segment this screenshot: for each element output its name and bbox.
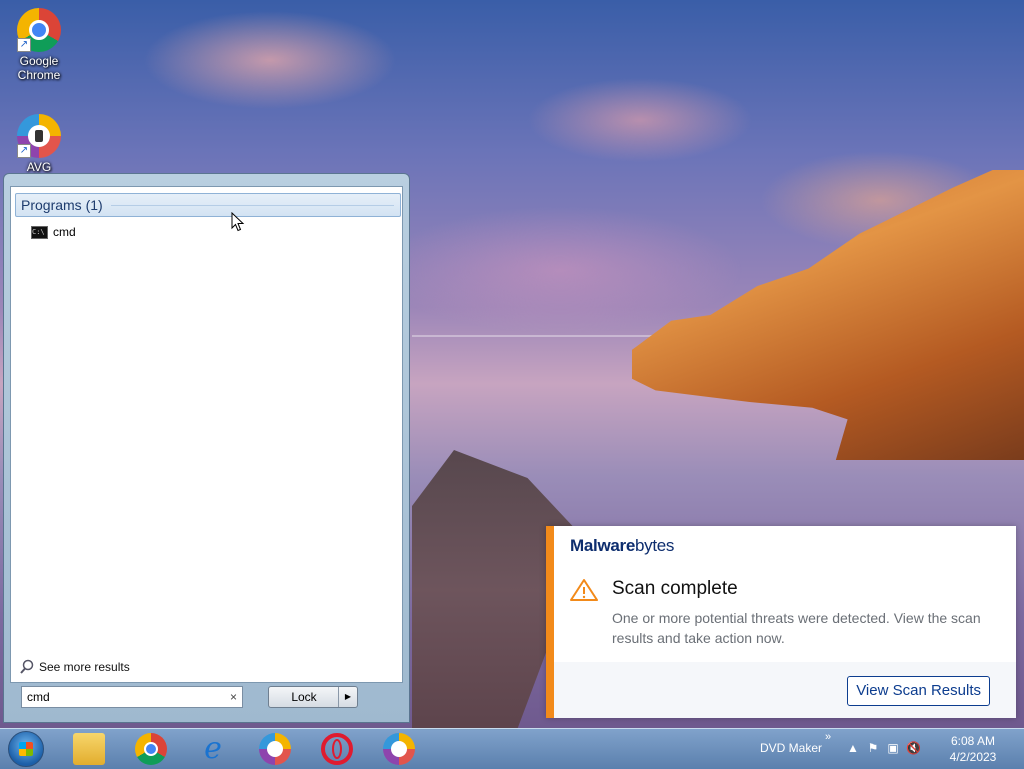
see-more-results-link[interactable]: See more results [19,659,130,675]
malwarebytes-logo: Malwarebytes [570,536,674,556]
clock-time: 6:08 AM [950,734,996,748]
power-options-arrow-icon[interactable]: ▶ [338,687,357,707]
notification-message: One or more potential threats were detec… [612,610,981,646]
avg-secure-browser-icon[interactable] [383,733,415,765]
internet-explorer-icon[interactable]: e [197,733,229,765]
cmd-icon: C:\ [31,225,48,239]
windows-logo-icon [19,742,33,756]
dvd-maker-toolbar[interactable]: DVD Maker [760,741,822,755]
malwarebytes-notification: Malwarebytes Scan complete One or more p… [546,526,1016,718]
notification-footer: View Scan Results [554,662,1016,718]
brand-bold: Malware [570,536,635,555]
search-result-label: cmd [53,225,76,239]
desktop-icon-chrome[interactable]: ↗ Google Chrome [8,8,70,82]
clock-date: 4/2/2023 [949,750,997,764]
avg-secure-browser-icon[interactable] [259,733,291,765]
shortcut-arrow-icon: ↗ [17,144,31,158]
desktop-icon-label: Google Chrome [17,54,61,82]
volume-muted-icon[interactable]: 🔇 [906,741,921,755]
programs-section-label: Programs (1) [21,197,103,213]
wallpaper-cliff [632,170,1024,460]
toolbar-chevron-icon[interactable]: » [825,731,831,743]
start-menu: Programs (1) C:\ cmd See more results cm… [3,173,410,723]
chrome-icon: ↗ [17,8,61,52]
search-result-cmd[interactable]: C:\ cmd [31,223,76,241]
start-button[interactable] [8,731,44,767]
brand-normal: bytes [635,536,675,555]
search-results-pane: Programs (1) C:\ cmd See more results [10,186,403,683]
system-clock[interactable]: 6:08 AM 4/2/2023 [936,733,1010,765]
see-more-label: See more results [39,660,130,674]
opera-icon[interactable] [321,733,353,765]
clear-search-icon[interactable]: × [230,687,237,707]
search-input-value: cmd [27,690,50,704]
notification-title: Scan complete [612,578,738,599]
mouse-cursor-icon [231,212,245,232]
action-center-flag-icon[interactable]: ⚑ [866,741,880,755]
start-search-input[interactable]: cmd × [21,686,243,708]
taskbar: e DVD Maker » ▲ ⚑ ▣ 🔇 6:08 AM 4/2/2023 [0,728,1024,769]
programs-section-header[interactable]: Programs (1) [15,193,401,217]
view-scan-results-button[interactable]: View Scan Results [847,676,990,706]
notification-area: ▲ ⚑ ▣ 🔇 [846,741,921,755]
lock-icon [35,130,43,142]
avg-secure-browser-icon: ↗ [17,114,61,158]
windows-explorer-icon[interactable] [73,733,105,765]
chrome-icon[interactable] [135,733,167,765]
magnifier-icon [20,659,34,674]
show-hidden-icons-button[interactable]: ▲ [846,741,860,755]
lock-button-label: Lock [291,690,317,704]
lock-button[interactable]: Lock ▶ [268,686,358,708]
network-icon[interactable]: ▣ [886,741,900,755]
warning-icon [570,579,598,601]
shortcut-arrow-icon: ↗ [17,38,31,52]
